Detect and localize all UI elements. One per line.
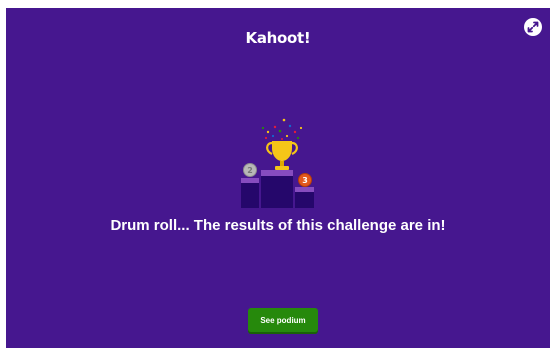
first-place-step-top [261, 170, 293, 176]
third-place-medal: 3 [298, 173, 312, 187]
see-podium-button[interactable]: See podium [248, 308, 318, 332]
svg-text:2: 2 [247, 166, 253, 175]
fullscreen-button[interactable] [524, 18, 542, 36]
results-headline: Drum roll... The results of this challen… [110, 217, 446, 234]
svg-text:3: 3 [302, 176, 308, 185]
first-place-step [261, 176, 293, 208]
second-place-step-top [241, 178, 259, 183]
second-place-step [241, 183, 259, 208]
trophy-icon [266, 141, 298, 170]
third-place-step [295, 192, 314, 208]
challenge-results-screen: Kahoot! 2 3 Drum roll... The results of … [6, 8, 550, 348]
second-place-medal: 2 [243, 163, 257, 177]
confetti-icon [261, 118, 303, 140]
kahoot-logo: Kahoot! [245, 29, 311, 47]
expand-arrows-icon [527, 21, 539, 33]
trophy-podium-icon: 2 3 [241, 118, 314, 208]
third-place-step-top [295, 187, 314, 192]
